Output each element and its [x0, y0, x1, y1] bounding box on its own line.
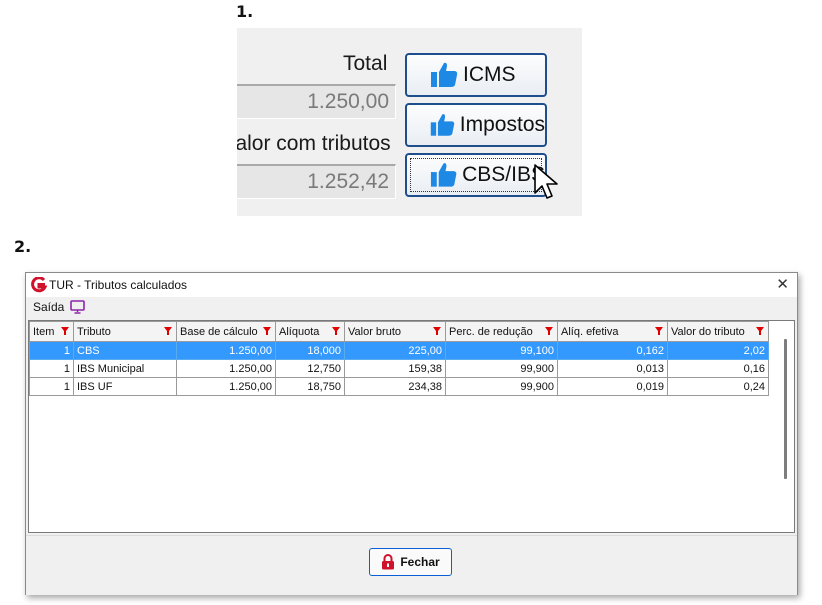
cell-valor-tributo: 0,24 [667, 377, 769, 396]
column-header-valor-tributo[interactable]: Valor do tributo [667, 321, 769, 342]
table-row[interactable]: 1 IBS UF 1.250,00 18,750 234,38 99,900 0… [29, 377, 769, 396]
menu-bar: Saída [26, 297, 797, 317]
window-footer: Fechar [26, 535, 797, 595]
cell-aliquota: 18,750 [275, 377, 345, 396]
cell-base-calculo: 1.250,00 [176, 377, 276, 396]
cell-valor-tributo: 2,02 [667, 341, 769, 360]
filter-icon[interactable] [756, 327, 764, 335]
fechar-button[interactable]: Fechar [369, 548, 452, 576]
cell-perc-reducao: 99,900 [445, 359, 558, 378]
cell-base-calculo: 1.250,00 [176, 359, 276, 378]
filter-icon[interactable] [263, 327, 271, 335]
icms-button-label: ICMS [463, 63, 516, 86]
tributos-table: Item Tributo Base de cálculo Alíquota Va… [29, 321, 769, 396]
cell-valor-tributo: 0,16 [667, 359, 769, 378]
impostos-button-label: Impostos [459, 113, 545, 136]
cell-perc-reducao: 99,100 [445, 341, 558, 360]
cell-item: 1 [29, 377, 74, 396]
cell-tributo: IBS Municipal [73, 359, 177, 378]
impostos-button[interactable]: Impostos [405, 103, 547, 147]
filter-icon[interactable] [332, 327, 340, 335]
table-header-row: Item Tributo Base de cálculo Alíquota Va… [29, 321, 769, 342]
total-field: 1.250,00 [237, 84, 396, 119]
column-header-item[interactable]: Item [29, 321, 74, 342]
table-row[interactable]: 1 IBS Municipal 1.250,00 12,750 159,38 9… [29, 359, 769, 378]
column-header-aliq-efetiva[interactable]: Alíq. efetiva [557, 321, 668, 342]
column-header-base-calculo[interactable]: Base de cálculo [176, 321, 276, 342]
cell-valor-bruto: 159,38 [344, 359, 446, 378]
monitor-icon[interactable] [70, 300, 85, 314]
table-row[interactable]: 1 CBS 1.250,00 18,000 225,00 99,100 0,16… [29, 341, 769, 360]
filter-icon[interactable] [545, 327, 553, 335]
window-title: TUR - Tributos calculados [49, 278, 188, 292]
lock-icon [382, 554, 395, 570]
cbs-ibs-button[interactable]: CBS/IBS [405, 153, 547, 197]
valor-com-tributos-label: Valor com tributos [237, 132, 391, 155]
app-logo-icon [31, 277, 47, 293]
column-header-valor-bruto[interactable]: Valor bruto [344, 321, 446, 342]
thumbs-up-icon [430, 114, 455, 136]
icms-button[interactable]: ICMS [405, 53, 547, 97]
column-header-perc-reducao[interactable]: Perc. de redução [445, 321, 558, 342]
cell-aliquota: 18,000 [275, 341, 345, 360]
cell-tributo: IBS UF [73, 377, 177, 396]
column-header-tributo[interactable]: Tributo [73, 321, 177, 342]
cell-perc-reducao: 99,900 [445, 377, 558, 396]
fechar-button-label: Fechar [400, 555, 440, 569]
tributos-grid: Item Tributo Base de cálculo Alíquota Va… [28, 320, 795, 533]
filter-icon[interactable] [655, 327, 663, 335]
cell-aliq-efetiva: 0,162 [557, 341, 668, 360]
valor-com-tributos-field: 1.252,42 [237, 164, 396, 199]
cell-valor-bruto: 225,00 [344, 341, 446, 360]
focus-ring [410, 158, 542, 192]
cell-valor-bruto: 234,38 [344, 377, 446, 396]
filter-icon[interactable] [433, 327, 441, 335]
title-bar: TUR - Tributos calculados ✕ [26, 273, 797, 297]
thumbs-up-icon [431, 62, 458, 87]
column-header-aliquota[interactable]: Alíquota [275, 321, 345, 342]
cell-item: 1 [29, 341, 74, 360]
step-1-label: 1. [236, 2, 254, 21]
cell-item: 1 [29, 359, 74, 378]
menu-saida[interactable]: Saída [33, 300, 64, 314]
mouse-cursor-icon [534, 164, 558, 199]
summary-panel: Total 1.250,00 Valor com tributos 1.252,… [237, 28, 582, 216]
close-icon[interactable]: ✕ [776, 275, 789, 293]
cell-base-calculo: 1.250,00 [176, 341, 276, 360]
cell-aliq-efetiva: 0,019 [557, 377, 668, 396]
cell-tributo: CBS [73, 341, 177, 360]
vertical-scrollbar[interactable] [784, 339, 787, 479]
cell-aliquota: 12,750 [275, 359, 345, 378]
cell-aliq-efetiva: 0,013 [557, 359, 668, 378]
step-2-label: 2. [14, 237, 32, 256]
tributos-window: TUR - Tributos calculados ✕ Saída Item T… [25, 272, 798, 595]
filter-icon[interactable] [61, 327, 69, 335]
total-label: Total [343, 52, 388, 75]
filter-icon[interactable] [164, 327, 172, 335]
